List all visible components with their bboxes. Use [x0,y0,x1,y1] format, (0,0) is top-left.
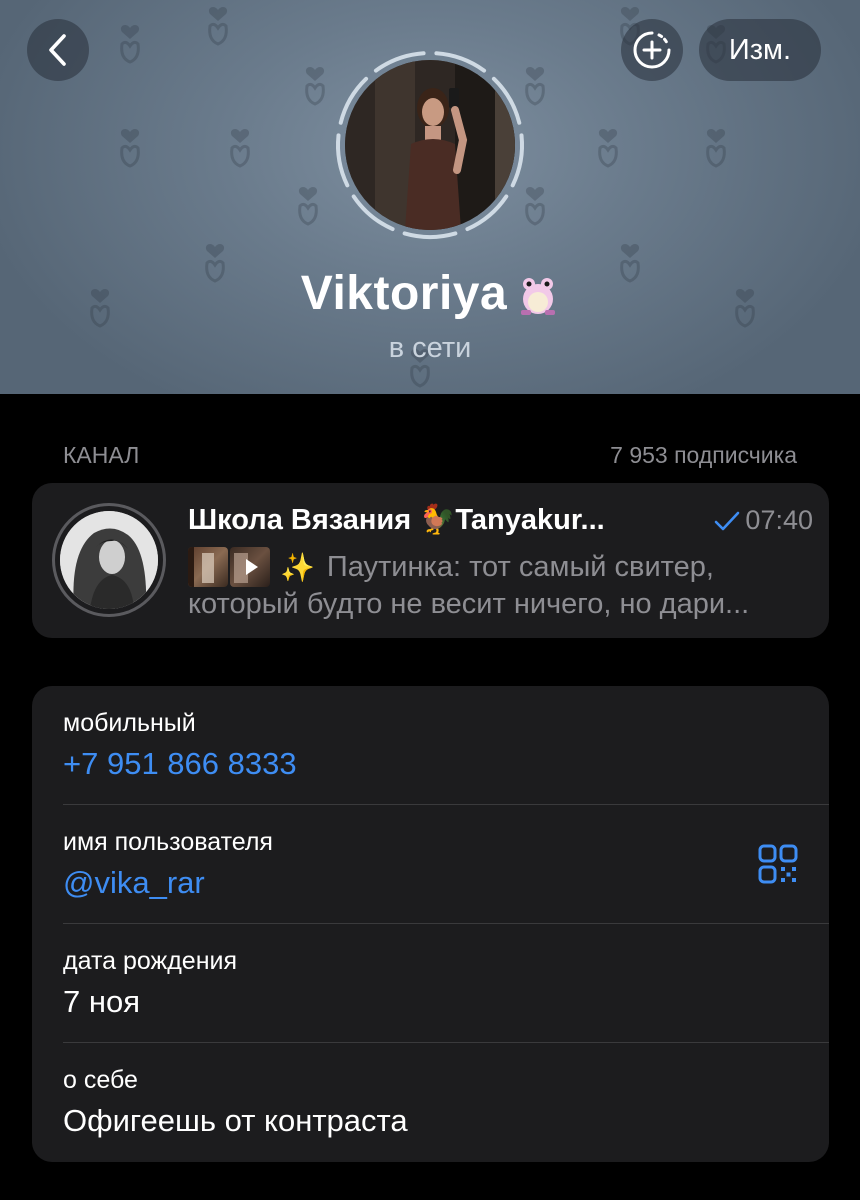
bio-label: о себе [63,1066,138,1094]
avatar[interactable] [345,60,515,230]
pattern-glyph [525,67,545,106]
profile-header: Изм. Viktoriya в сети [0,0,860,394]
pattern-glyph [120,25,140,64]
channel-avatar-photo [60,511,158,609]
edit-button[interactable]: Изм. [699,19,821,81]
profile-name: Viktoriya [300,267,508,320]
mobile-value[interactable]: +7 951 866 8333 [63,746,297,782]
checkmark-icon [715,511,740,530]
username-value[interactable]: @vika_rar [63,865,205,901]
avatar-photo [345,60,515,230]
mobile-row[interactable]: мобильный +7 951 866 8333 [32,686,829,805]
media-thumbnail [188,547,228,587]
bio-row[interactable]: о себе Офигеешь от контраста [32,1043,829,1162]
mobile-label: мобильный [63,709,196,737]
play-icon [246,559,258,575]
birthday-value: 7 ноя [63,984,141,1019]
bio-value: Офигеешь от контраста [63,1103,408,1138]
pattern-glyph [525,187,545,226]
username-label: имя пользователя [63,828,273,856]
subscriber-count: 7 953 подписчика [610,442,797,468]
channel-avatar[interactable] [60,511,158,609]
chevron-left-icon [49,34,66,66]
pattern-glyph [230,129,250,168]
channel-title: Школа Вязания 🐓Tanyakur... [188,504,605,536]
birthday-row[interactable]: дата рождения 7 ноя [32,924,829,1043]
story-ring-segment [402,231,458,239]
channel-preview-line-1: ✨ Паутинка: тот самый свитер, [188,547,714,587]
channel-time: 07:40 [713,505,813,536]
channel-section-label: КАНАЛ [63,442,140,468]
plus-circle-icon [633,31,671,69]
pattern-glyph [298,187,318,226]
back-button[interactable] [27,19,89,81]
personal-channel-card[interactable]: Школа Вязания 🐓Tanyakur... 07:40 ✨ Паути… [32,483,829,638]
add-story-button[interactable] [621,19,683,81]
sparkles-icon: ✨ [280,551,315,583]
pattern-glyph [120,129,140,168]
online-status: в сети [388,332,472,364]
channel-preview-line-2: который будто не весит ничего, но дари..… [188,588,750,620]
pink-frog-emoji[interactable] [517,272,559,316]
contact-info-card: мобильный +7 951 866 8333 имя пользовате… [32,686,829,1162]
channel-time-text: 07:40 [745,505,813,535]
pattern-glyph [706,129,726,168]
username-row[interactable]: имя пользователя @vika_rar [32,805,829,924]
qr-code-icon[interactable] [758,844,798,884]
pattern-glyph [598,129,618,168]
channel-section-header: КАНАЛ 7 953 подписчика [63,442,797,469]
birthday-label: дата рождения [63,947,238,975]
pattern-glyph [208,7,228,46]
channel-preview-text-1: Паутинка: тот самый свитер, [326,550,714,583]
video-thumbnail [230,547,270,587]
pattern-glyph [305,67,325,106]
